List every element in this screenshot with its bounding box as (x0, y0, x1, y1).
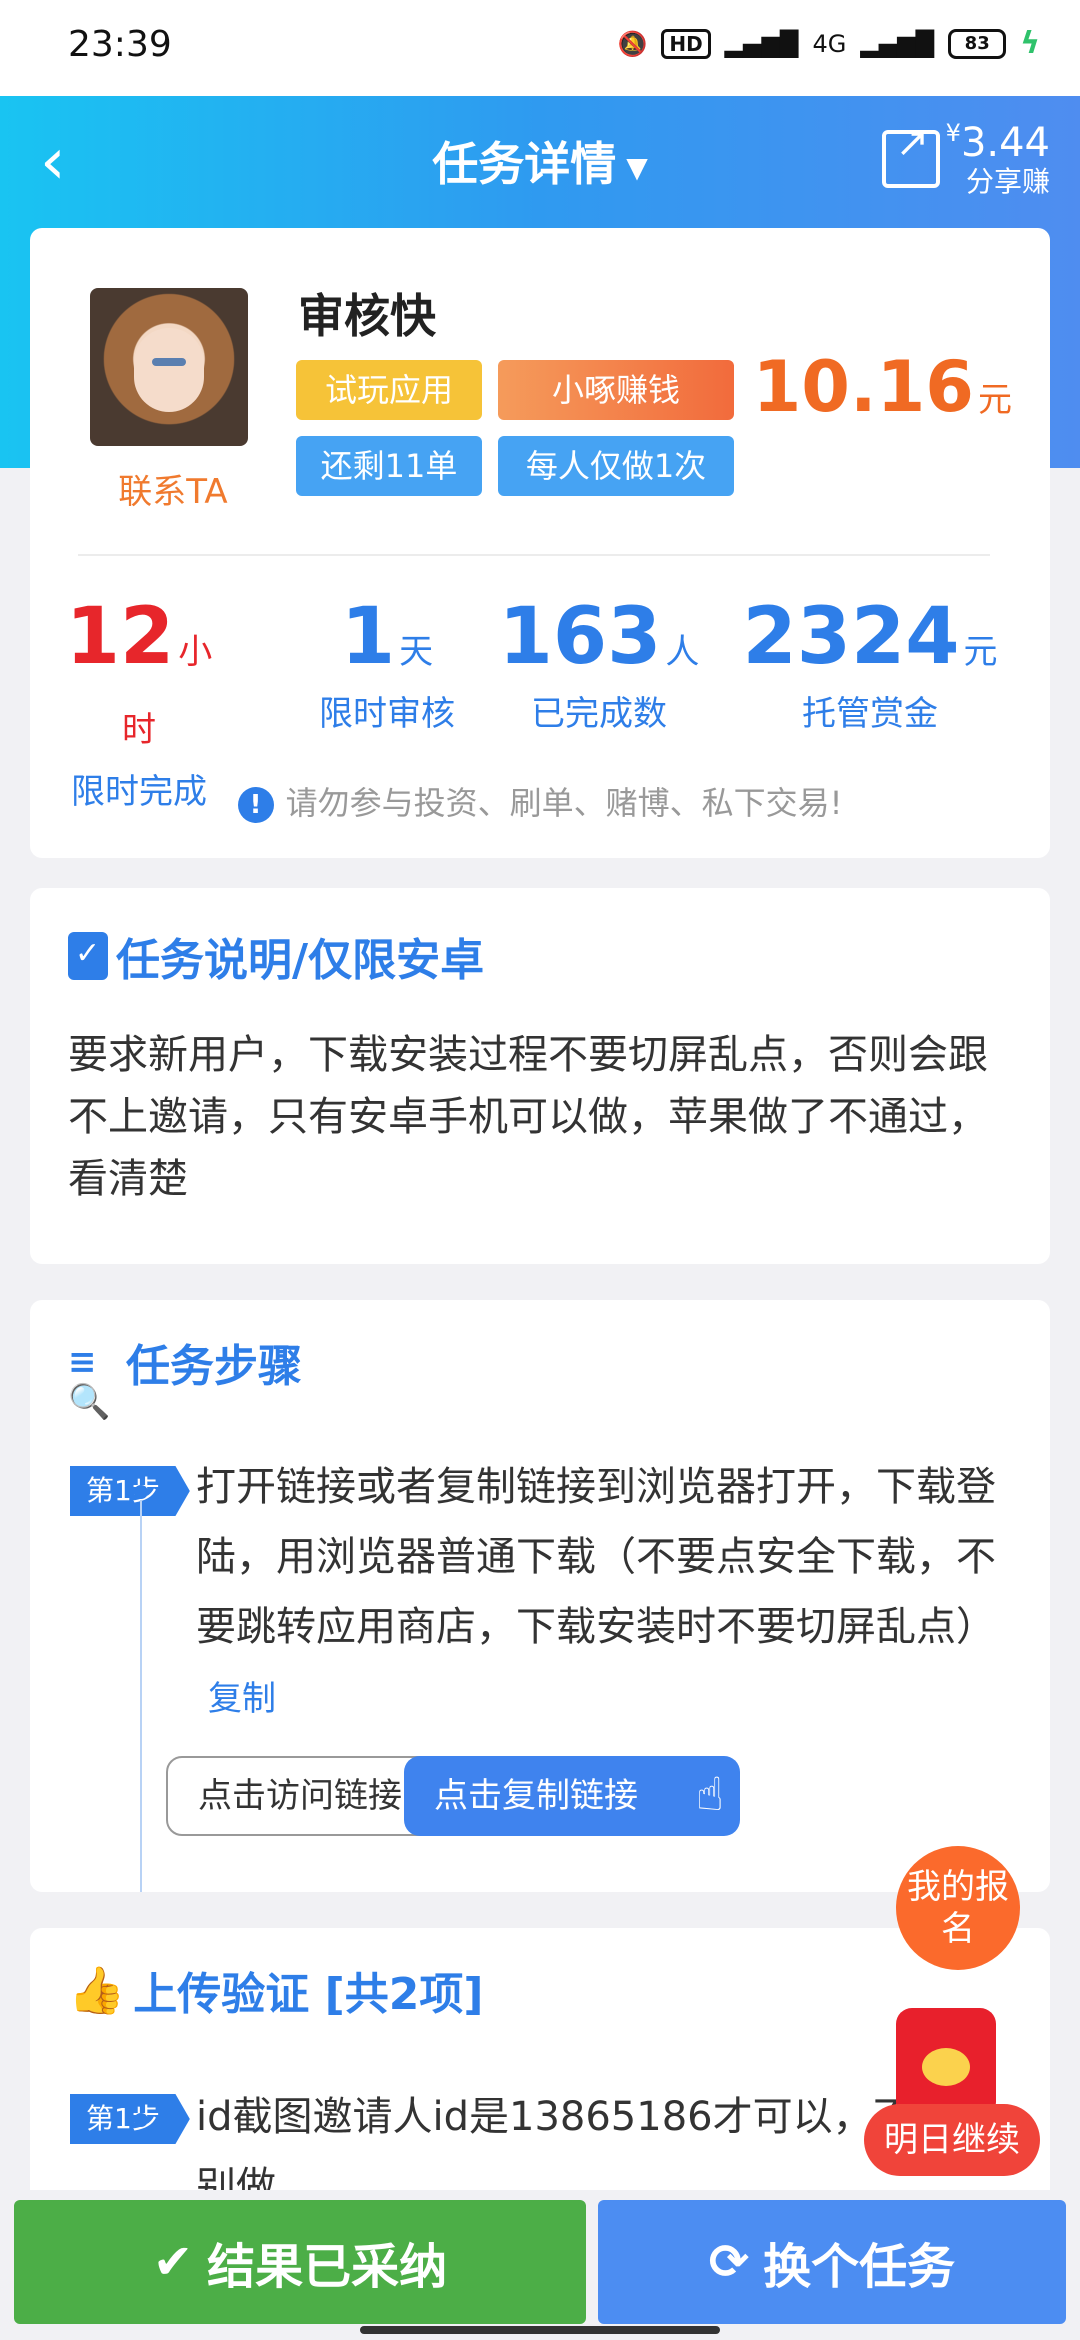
visit-link-label: 点击访问链接 (198, 1776, 402, 1816)
my-signup-button[interactable]: 我的报名 (896, 1846, 1020, 1970)
price-unit: 元 (978, 380, 1012, 420)
stat-label: 托管赏金 (802, 694, 938, 734)
stat-completed: 163 人 已完成数 (494, 598, 704, 735)
description-title-text: 任务说明/仅限安卓 (116, 935, 485, 986)
step-text: 打开链接或者复制链接到浏览器打开，下载登陆，用浏览器普通下载（不要点安全下载，不… (196, 1452, 1016, 1734)
signal-4g-label: 4G (812, 29, 847, 58)
status-time: 23:39 (68, 24, 172, 65)
stat-review-limit: 1天 限时审核 (302, 598, 472, 735)
change-task-button[interactable]: ⟳ 换个任务 (598, 2200, 1066, 2324)
result-accepted-button[interactable]: ✔ 结果已采纳 (14, 2200, 586, 2324)
caret-down-icon: ▼ (626, 151, 648, 184)
steps-title: ≡🔍 任务步骤 (68, 1330, 302, 1422)
tag-once-per-user: 每人仅做1次 (498, 436, 734, 496)
red-envelope-icon[interactable] (896, 2008, 996, 2118)
status-icons: 🔕 HD ▂▄▆█ 4G ▂▄▆█ 83 ϟ (617, 26, 1040, 61)
status-bar: 23:39 🔕 HD ▂▄▆█ 4G ▂▄▆█ 83 ϟ (0, 0, 1080, 96)
copy-text-link[interactable]: 复制 (208, 1679, 276, 1719)
hd-icon: HD (661, 28, 711, 59)
step-timeline (140, 1500, 142, 1892)
step-badge: 第1步 (70, 1466, 190, 1516)
thumbs-up-icon: 👍 (68, 1962, 126, 2017)
stat-value: 2324 元 (742, 592, 998, 682)
steps-title-text: 任务步骤 (126, 1341, 302, 1392)
stat-value: 1天 (340, 592, 434, 682)
tag-remaining: 还剩11单 (296, 436, 482, 496)
clipboard-check-icon (68, 932, 108, 980)
upload-title: 👍 上传验证 [共2项] (68, 1958, 483, 2022)
step-instruction: 打开链接或者复制链接到浏览器打开，下载登陆，用浏览器普通下载（不要点安全下载，不… (196, 1464, 996, 1650)
task-description-card: 任务说明/仅限安卓 要求新用户，下载安装过程不要切屏乱点，否则会跟不上邀请，只有… (30, 888, 1050, 1264)
warning-text: 请勿参与投资、刷单、赌博、私下交易! (285, 784, 843, 822)
contact-button[interactable]: 联系TA (78, 464, 268, 513)
share-currency: ¥ (945, 119, 961, 147)
upload-title-text: 上传验证 [共2项] (133, 1969, 484, 2020)
description-text: 要求新用户，下载安装过程不要切屏乱点，否则会跟不上邀请，只有安卓手机可以做，苹果… (68, 1032, 988, 1202)
description-title: 任务说明/仅限安卓 (68, 924, 484, 988)
tag-trial-app: 试玩应用 (296, 360, 482, 420)
tag-platform: 小啄赚钱 (498, 360, 734, 420)
signal-icon-2: ▂▄▆█ (860, 29, 935, 58)
copy-link-button[interactable]: 点击复制链接 ☝ (404, 1756, 740, 1836)
page-title: 任务详情 (432, 137, 617, 191)
signal-icon-1: ▂▄▆█ (724, 29, 799, 58)
step-dot (134, 1485, 148, 1499)
mute-icon: 🔕 (617, 29, 648, 58)
stat-value: 12 小时 (65, 592, 213, 750)
stat-label: 限时审核 (319, 694, 455, 734)
hand-tap-icon: ☝ (695, 1767, 724, 1821)
task-steps-card: ≡🔍 任务步骤 第1步 打开链接或者复制链接到浏览器打开，下载登陆，用浏览器普通… (30, 1300, 1050, 1892)
charging-icon: ϟ (1020, 26, 1040, 61)
copy-link-label: 点击复制链接 (434, 1776, 638, 1816)
continue-tomorrow-button[interactable]: 明日继续 (864, 2104, 1040, 2176)
check-icon: ✔ (152, 2234, 194, 2290)
task-name: 审核快 (298, 289, 436, 343)
exclamation-icon: ! (237, 787, 274, 823)
list-search-icon: ≡🔍 (68, 1342, 111, 1422)
share-label: 分享赚 (965, 165, 1050, 198)
divider (78, 554, 990, 556)
share-button[interactable]: ¥3.44 分享赚 (881, 119, 1050, 198)
task-price: 10.16 元 (753, 346, 1012, 428)
warning-notice: ! 请勿参与投资、刷单、赌博、私下交易! (30, 778, 1050, 824)
stat-escrow-reward: 2324 元 托管赏金 (740, 598, 1000, 735)
price-value: 10.16 (752, 346, 974, 428)
stat-label: 已完成数 (531, 694, 667, 734)
task-summary-card: 联系TA 审核快 试玩应用 小啄赚钱 还剩11单 每人仅做1次 10.16 元 1… (30, 228, 1050, 858)
step-dot (134, 2113, 148, 2127)
change-task-label: 换个任务 (763, 2239, 956, 2295)
stat-value: 163 人 (498, 592, 700, 682)
publisher-avatar[interactable] (90, 288, 248, 446)
refresh-icon: ⟳ (708, 2234, 750, 2290)
result-accepted-label: 结果已采纳 (207, 2239, 448, 2295)
share-icon (881, 120, 940, 189)
share-amount: 3.44 (960, 120, 1050, 166)
battery-icon: 83 (948, 28, 1007, 59)
upload-step-badge: 第1步 (70, 2094, 190, 2144)
home-indicator (360, 2326, 720, 2334)
